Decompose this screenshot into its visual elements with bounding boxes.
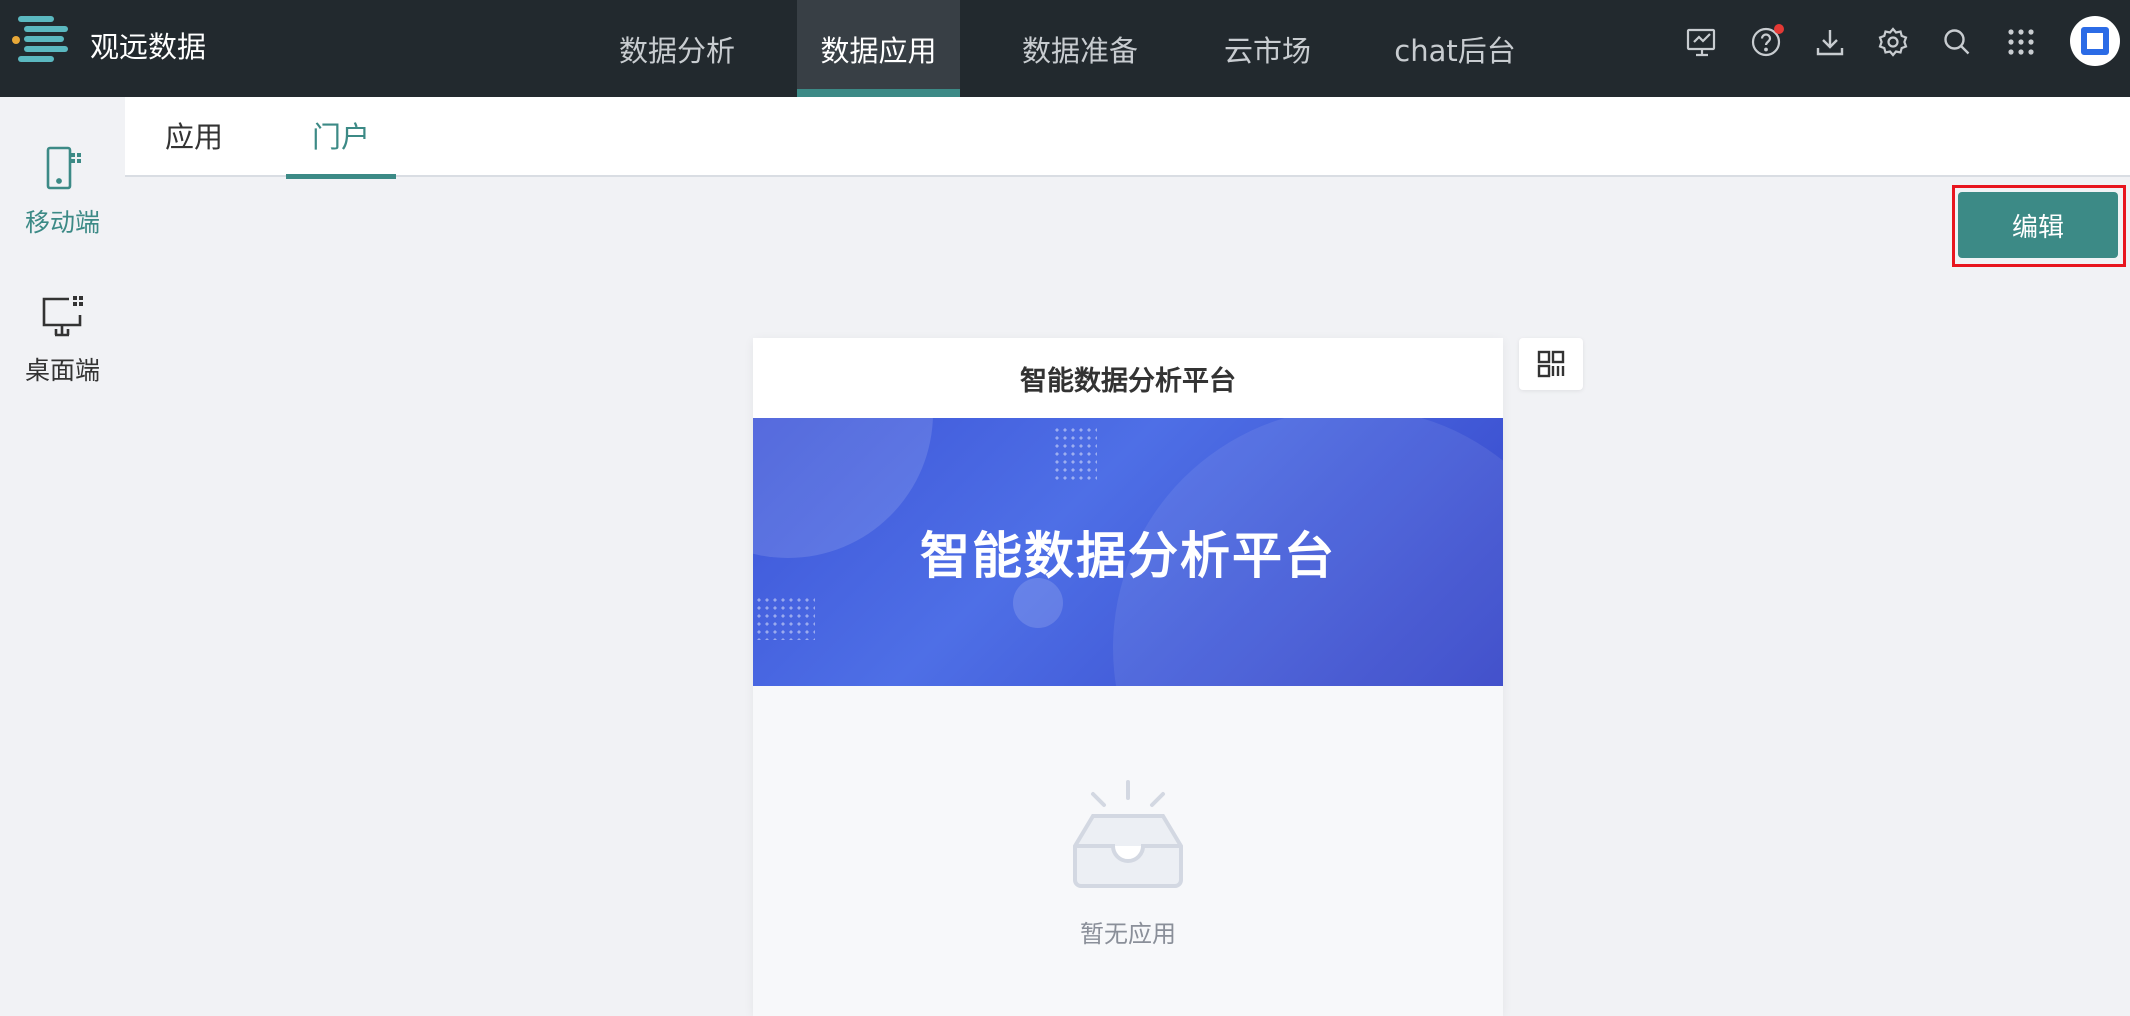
apps-grid-icon[interactable] (2001, 22, 2041, 62)
nav-cloud-market[interactable]: 云市场 (1200, 0, 1335, 97)
nav-data-applications[interactable]: 数据应用 (797, 0, 960, 97)
empty-state-text: 暂无应用 (1080, 920, 1176, 948)
top-navigation-bar: 观远数据 数据分析 数据应用 数据准备 云市场 chat后台 (0, 0, 2130, 97)
mobile-icon (46, 146, 81, 190)
platform-sidebar: 移动端 桌面端 (0, 97, 125, 1016)
nav-chat-backend[interactable]: chat后台 (1375, 0, 1535, 97)
portal-banner: 智能数据分析平台 (753, 418, 1503, 686)
help-icon[interactable] (1746, 22, 1786, 62)
sidebar-item-label: 桌面端 (24, 356, 100, 385)
edit-button[interactable]: 编辑 (1958, 192, 2118, 258)
download-icon[interactable] (1810, 22, 1850, 62)
qr-code-button[interactable] (1519, 338, 1583, 390)
menu-logo-icon[interactable] (12, 14, 68, 68)
qr-code-icon (1537, 350, 1565, 378)
sidebar-item-mobile[interactable]: 移动端 (0, 145, 125, 239)
nav-data-analysis[interactable]: 数据分析 (596, 0, 758, 97)
monitor-icon[interactable] (1682, 22, 1722, 62)
sidebar-item-label: 移动端 (24, 208, 100, 237)
banner-title: 智能数据分析平台 (920, 527, 1336, 585)
notification-dot (1774, 24, 1784, 34)
tab-portal[interactable]: 门户 (286, 97, 397, 179)
desktop-icon (42, 296, 83, 337)
content-tabs: 应用 门户 (125, 97, 2130, 179)
empty-inbox-icon (1073, 780, 1183, 888)
search-icon[interactable] (1937, 22, 1977, 62)
brand-name: 观远数据 (90, 30, 207, 64)
portal-preview-card: 智能数据分析平台 智能数据分析平台 暂无应用 (753, 338, 1503, 1016)
nav-data-preparation[interactable]: 数据准备 (1000, 0, 1160, 97)
portal-title: 智能数据分析平台 (753, 338, 1503, 418)
sidebar-item-desktop[interactable]: 桌面端 (0, 293, 125, 387)
gear-icon[interactable] (1873, 22, 1913, 62)
user-avatar[interactable] (2070, 16, 2120, 66)
tab-applications[interactable]: 应用 (139, 97, 249, 177)
